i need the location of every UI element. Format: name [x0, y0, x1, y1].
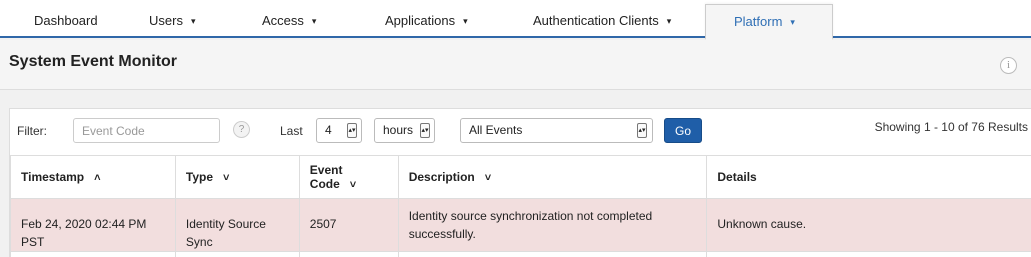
event-type-value: All Events	[469, 123, 523, 137]
page-title: System Event Monitor	[9, 53, 178, 70]
top-nav: Dashboard Users ▾ Access ▾ Applications ▾ A…	[0, 0, 1031, 40]
last-count-value: 4	[325, 123, 332, 137]
select-arrow-icon: ▴▾	[420, 123, 430, 138]
column-header-label: Timestamp	[21, 170, 85, 184]
chevron-down-icon: ▾	[311, 16, 317, 26]
nav-applications[interactable]: Applications ▾	[385, 0, 468, 38]
nav-applications-label: Applications	[385, 13, 456, 28]
event-code-input[interactable]	[73, 118, 220, 143]
column-header-event-code[interactable]: Event Code ˅	[298, 155, 399, 199]
column-header-description[interactable]: Description ˅	[397, 155, 708, 199]
nav-dashboard-label: Dashboard	[34, 13, 98, 28]
cell-timestamp: Feb 24, 2020 02:44 PM PST	[10, 198, 176, 252]
event-monitor-panel: Filter: ? Last 4 ▴▾ hours ▴▾ All Events …	[9, 108, 1031, 257]
column-header-timestamp[interactable]: Timestamp ˄	[10, 155, 176, 199]
chevron-down-icon: ▾	[463, 16, 468, 26]
table-header-row: Timestamp ˄ Type ˅ Event Code ˅ Description…	[10, 155, 1031, 199]
column-header-label: Description	[408, 170, 475, 184]
nav-platform[interactable]: Platform ▾	[705, 4, 833, 40]
nav-access[interactable]: Access ▾	[262, 0, 316, 38]
results-count: Showing 1 - 10 of 76 Results	[874, 120, 1028, 134]
select-arrow-icon: ▴▾	[637, 123, 647, 138]
nav-authentication-clients[interactable]: Authentication Clients ▾	[533, 0, 671, 38]
column-header-label: Type	[185, 170, 214, 184]
filter-label: Filter:	[17, 124, 47, 138]
time-unit-select[interactable]: hours ▴▾	[374, 118, 435, 143]
filter-bar: Filter: ? Last 4 ▴▾ hours ▴▾ All Events …	[10, 109, 1031, 155]
go-button[interactable]: Go	[664, 118, 702, 143]
chevron-down-icon: ˅	[484, 172, 492, 184]
time-unit-value: hours	[383, 123, 414, 137]
events-table: Timestamp ˄ Type ˅ Event Code ˅ Description…	[10, 155, 1031, 257]
info-icon[interactable]: i	[1000, 57, 1017, 74]
nav-users[interactable]: Users ▾	[149, 0, 195, 38]
chevron-down-icon: ▾	[666, 16, 672, 26]
chevron-up-icon: ˄	[94, 172, 101, 184]
nav-access-label: Access	[262, 13, 304, 28]
last-label: Last	[280, 124, 303, 138]
cell-description: Identity source synchronization not comp…	[397, 198, 708, 252]
column-header-label: Event Code	[309, 163, 343, 191]
last-count-select[interactable]: 4 ▴▾	[316, 118, 362, 143]
chevron-down-icon: ▾	[790, 17, 795, 27]
help-icon[interactable]: ?	[233, 121, 250, 138]
cell-type: Identity Source Sync	[174, 198, 300, 252]
column-header-details: Details	[706, 155, 1031, 199]
nav-authentication-clients-label: Authentication Clients	[533, 13, 659, 28]
nav-dashboard[interactable]: Dashboard	[34, 0, 98, 38]
event-type-select[interactable]: All Events ▴▾	[460, 118, 653, 143]
select-arrow-icon: ▴▾	[347, 123, 357, 138]
column-header-label: Details	[717, 170, 757, 184]
chevron-down-icon: ˅	[223, 172, 230, 184]
column-header-type[interactable]: Type ˅	[174, 155, 300, 199]
nav-users-label: Users	[149, 13, 183, 28]
table-row[interactable]	[10, 251, 1031, 257]
cell-details: Unknown cause.	[706, 198, 1031, 252]
chevron-down-icon: ˅	[349, 179, 357, 191]
page-header: System Event Monitor i	[0, 40, 1031, 90]
table-row[interactable]: Feb 24, 2020 02:44 PM PST Identity Sourc…	[10, 198, 1031, 252]
nav-platform-label: Platform	[734, 14, 783, 29]
cell-event-code: 2507	[298, 198, 399, 252]
chevron-down-icon: ▾	[190, 16, 196, 26]
